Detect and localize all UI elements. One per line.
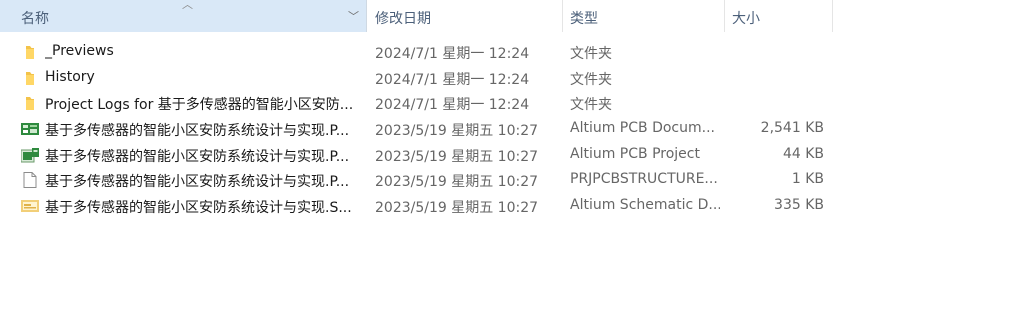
file-date: 2023/5/19 星期五 10:27 (375, 174, 539, 191)
file-type: 文件夹 (570, 97, 612, 114)
file-date: 2023/5/19 星期五 10:27 (375, 200, 539, 217)
file-date: 2023/5/19 星期五 10:27 (375, 123, 539, 140)
schematic-document-icon (21, 198, 39, 214)
file-name: 基于多传感器的智能小区安防系统设计与实现.P... (45, 148, 350, 165)
column-header-type-label: 类型 (570, 11, 598, 27)
column-header-date-label: 修改日期 (375, 11, 431, 27)
column-header-name[interactable]: ︿ 名称 ﹀ (0, 0, 367, 32)
column-header-size[interactable]: 大小 (725, 0, 833, 32)
file-type: Altium PCB Docum... (570, 120, 715, 137)
file-row[interactable]: Project Logs for 基于多传感器的智能小区安防... 2024/7… (0, 90, 1024, 116)
file-size: 44 KB (782, 145, 824, 162)
column-header-size-label: 大小 (732, 11, 760, 27)
blank-file-icon (21, 172, 39, 189)
chevron-down-icon[interactable]: ﹀ (348, 8, 359, 24)
file-type: Altium Schematic D... (570, 197, 720, 214)
file-type: Altium PCB Project (570, 145, 700, 162)
column-header-type[interactable]: 类型 (563, 0, 725, 32)
file-size: 2,541 KB (760, 120, 824, 137)
folder-icon (21, 95, 39, 111)
file-list: _Previews 2024/7/1 星期一 12:24 文件夹 History… (0, 39, 1024, 219)
file-row[interactable]: 基于多传感器的智能小区安防系统设计与实现.P... 2023/5/19 星期五 … (0, 167, 1024, 193)
sort-ascending-icon: ︿ (182, 0, 193, 11)
file-row[interactable]: 基于多传感器的智能小区安防系统设计与实现.P... 2023/5/19 星期五 … (0, 116, 1024, 142)
file-type: 文件夹 (570, 46, 612, 62)
file-name: _Previews (45, 43, 114, 59)
pcb-project-icon (20, 147, 39, 163)
file-type: 文件夹 (570, 71, 612, 88)
file-date: 2024/7/1 星期一 12:24 (375, 97, 530, 114)
file-type: PRJPCBSTRUCTURE... (570, 171, 718, 188)
file-name: History (45, 68, 95, 85)
file-row[interactable]: _Previews 2024/7/1 星期一 12:24 文件夹 (0, 39, 1024, 65)
file-size: 335 KB (774, 197, 824, 214)
column-header-bar: ︿ 名称 ﹀ 修改日期 类型 大小 (0, 0, 1024, 32)
file-name: Project Logs for 基于多传感器的智能小区安防... (45, 97, 354, 114)
file-name: 基于多传感器的智能小区安防系统设计与实现.P... (45, 174, 350, 191)
column-header-name-label: 名称 (21, 11, 49, 27)
file-date: 2024/7/1 星期一 12:24 (375, 46, 530, 62)
file-row[interactable]: 基于多传感器的智能小区安防系统设计与实现.S... 2023/5/19 星期五 … (0, 193, 1024, 219)
file-row[interactable]: History 2024/7/1 星期一 12:24 文件夹 (0, 65, 1024, 91)
file-row[interactable]: 基于多传感器的智能小区安防系统设计与实现.P... 2023/5/19 星期五 … (0, 142, 1024, 168)
column-header-date[interactable]: 修改日期 (367, 0, 563, 32)
pcb-document-icon (21, 121, 39, 137)
file-name: 基于多传感器的智能小区安防系统设计与实现.P... (45, 123, 350, 140)
file-name: 基于多传感器的智能小区安防系统设计与实现.S... (45, 200, 352, 217)
file-date: 2024/7/1 星期一 12:24 (375, 71, 530, 88)
file-size: 1 KB (791, 171, 824, 188)
folder-icon (21, 44, 39, 60)
file-date: 2023/5/19 星期五 10:27 (375, 148, 539, 165)
folder-icon (21, 70, 39, 86)
